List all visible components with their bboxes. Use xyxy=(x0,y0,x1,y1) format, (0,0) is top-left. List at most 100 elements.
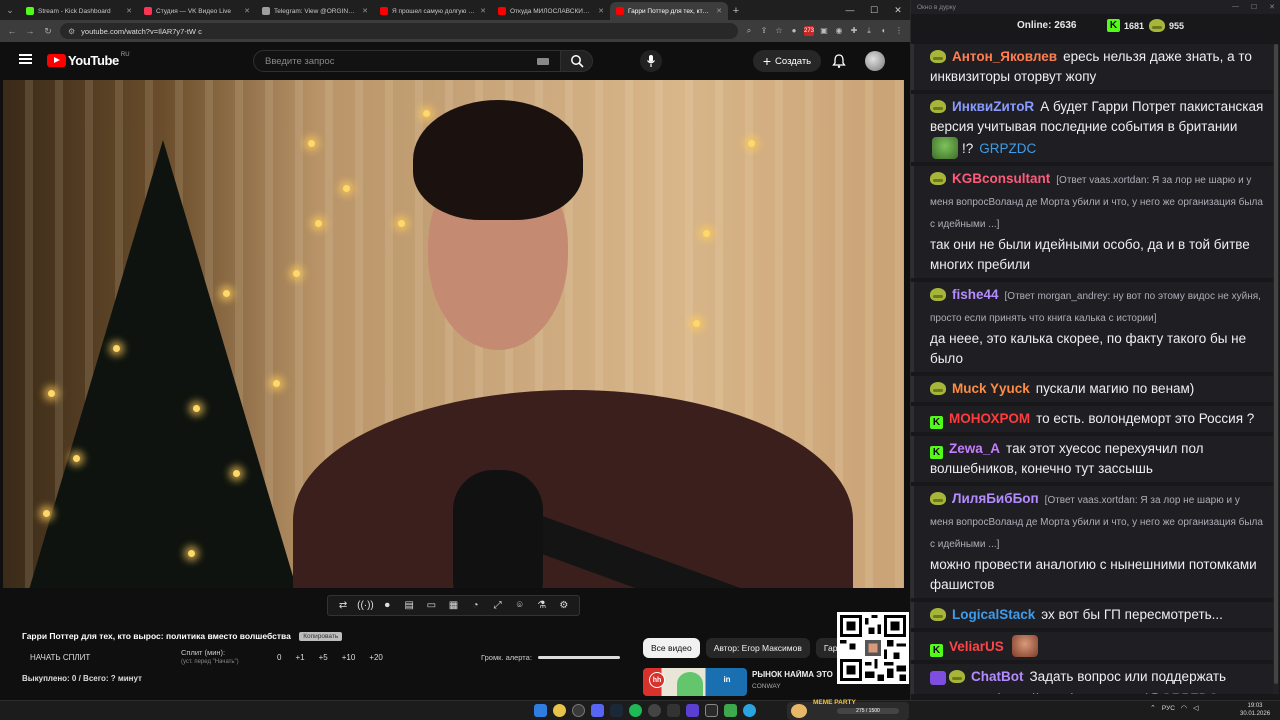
chip-harry[interactable]: Гарри xyxy=(815,638,838,658)
puzzle-icon[interactable]: ✚ xyxy=(849,26,859,36)
flask-icon[interactable]: ⚗ xyxy=(534,600,550,611)
close-icon[interactable]: ✕ xyxy=(1269,3,1275,11)
expand-icon[interactable]: ⤢ xyxy=(490,600,506,611)
extension-a-icon[interactable]: ● xyxy=(789,26,799,36)
browser-tab[interactable]: Студия — VK Видео Live ✕ xyxy=(138,2,256,20)
split-add-20[interactable]: +20 xyxy=(369,653,383,662)
close-icon[interactable]: ✕ xyxy=(886,5,910,16)
chat-username[interactable]: ЛиляБибБоп xyxy=(952,491,1039,506)
volume-icon[interactable]: ◁ xyxy=(1193,704,1198,712)
record-icon[interactable]: ⏺ xyxy=(379,600,395,611)
pip-icon[interactable]: ▭ xyxy=(423,600,439,611)
app-icon[interactable] xyxy=(724,704,737,717)
recommended-video[interactable]: hh in РЫНОК НАЙМА ЭТО CONWAY xyxy=(643,668,843,696)
app-icon[interactable] xyxy=(648,704,661,717)
menu-dots-icon[interactable]: ⋮ xyxy=(894,26,904,36)
minimize-icon[interactable]: — xyxy=(838,5,862,15)
tab-close-icon[interactable]: ✕ xyxy=(716,7,722,15)
windows-start-icon[interactable] xyxy=(534,704,547,717)
chat-username[interactable]: Антон_Яковлев xyxy=(952,49,1057,64)
bookmark-star-icon[interactable]: ☆ xyxy=(774,26,784,36)
browser-tab[interactable]: Гарри Поттер для тех, кто выр ✕ xyxy=(610,2,728,20)
tab-close-icon[interactable]: ✕ xyxy=(362,7,368,15)
extension-badge[interactable]: 273 xyxy=(804,26,814,36)
chat-username[interactable]: KGBconsultant xyxy=(952,171,1050,186)
create-button[interactable]: + Создать xyxy=(753,50,821,72)
youtube-logo[interactable]: YouTube RU xyxy=(47,52,130,68)
account-avatar[interactable] xyxy=(865,51,885,71)
chat-username[interactable]: ИнквиZитоR xyxy=(952,99,1034,114)
chat-mention[interactable]: GRPZDC xyxy=(979,141,1036,156)
site-info-icon[interactable]: ⚙ xyxy=(68,27,75,36)
voice-search-button[interactable] xyxy=(640,50,662,72)
discord-icon[interactable] xyxy=(591,704,604,717)
back-icon[interactable]: ← xyxy=(6,26,18,36)
browser-tab[interactable]: Telegram: View @ORGINALDA ✕ xyxy=(256,2,374,20)
recommended-thumbnail[interactable]: hh in xyxy=(643,668,747,696)
steam-icon[interactable] xyxy=(610,704,623,717)
chrome-icon[interactable] xyxy=(553,704,566,717)
chat-username[interactable]: Zewa_A xyxy=(949,441,1000,456)
chat-username[interactable]: МОНОХРОМ xyxy=(949,411,1030,426)
browser-tab[interactable]: Откуда МИЛОСЛАВСКИЙ во ✕ xyxy=(492,2,610,20)
recommended-channel[interactable]: CONWAY xyxy=(752,683,781,690)
settings-gear-icon[interactable]: ⚙ xyxy=(556,600,572,611)
tab-close-icon[interactable]: ✕ xyxy=(126,7,132,15)
tab-close-icon[interactable]: ✕ xyxy=(480,7,486,15)
menu-icon[interactable] xyxy=(19,54,32,64)
search-button[interactable] xyxy=(561,50,593,72)
media-player-icon[interactable] xyxy=(686,704,699,717)
language-indicator[interactable]: РУС xyxy=(1162,705,1175,712)
profile-icon[interactable]: ◐ xyxy=(879,26,889,36)
chat-username[interactable]: VeliarUS xyxy=(949,639,1004,654)
split-add-1[interactable]: +1 xyxy=(295,653,304,662)
url-field[interactable]: ⚙ youtube.com/watch?v=IlAR7y7-tW c xyxy=(60,23,738,39)
copy-title-button[interactable]: Копировать xyxy=(299,632,343,642)
tab-close-icon[interactable]: ✕ xyxy=(244,7,250,15)
tab-search-icon[interactable]: ⌄ xyxy=(0,0,20,20)
split-value-0[interactable]: 0 xyxy=(277,653,281,662)
chat-scrollbar[interactable] xyxy=(1273,44,1279,694)
share-icon[interactable]: ⇪ xyxy=(759,26,769,36)
extension-b-icon[interactable]: ▣ xyxy=(819,26,829,36)
chip-all-videos[interactable]: Все видео xyxy=(643,638,700,658)
maximize-icon[interactable]: ☐ xyxy=(862,5,886,16)
chat-username[interactable]: fishe44 xyxy=(952,287,999,302)
video-player[interactable] xyxy=(3,80,904,588)
chip-author[interactable]: Автор: Егор Максимов xyxy=(705,638,810,658)
loop-icon[interactable]: ⇄ xyxy=(335,600,351,611)
reload-icon[interactable]: ↻ xyxy=(42,26,54,37)
donate-link[interactable]: https://new.donatepay.ru/@GRPZDC xyxy=(998,691,1219,694)
obs-icon[interactable] xyxy=(572,704,585,717)
clapper-icon[interactable]: ▤ xyxy=(401,600,417,611)
start-split-button[interactable]: НАЧАТЬ СПЛИТ xyxy=(30,653,90,662)
broadcast-icon[interactable]: ((·)) xyxy=(357,600,374,611)
app-icon[interactable] xyxy=(705,704,718,717)
split-add-5[interactable]: +5 xyxy=(319,653,328,662)
browser-tab[interactable]: Я прошел самую долгую войн ✕ xyxy=(374,2,492,20)
camera-icon[interactable]: ⌾ xyxy=(512,600,528,611)
keyboard-icon[interactable] xyxy=(537,57,549,65)
subtitles-icon[interactable]: ▦ xyxy=(445,600,461,611)
recommended-title[interactable]: РЫНОК НАЙМА ЭТО xyxy=(752,670,837,679)
spotify-icon[interactable] xyxy=(629,704,642,717)
clock[interactable]: 19:03 30.01.2026 xyxy=(1240,702,1270,718)
forward-icon[interactable]: → xyxy=(24,26,36,36)
speed-icon[interactable]: ◔ xyxy=(468,600,484,611)
maximize-icon[interactable]: ☐ xyxy=(1251,3,1257,11)
search-input[interactable]: Введите запрос xyxy=(253,50,561,72)
split-add-10[interactable]: +10 xyxy=(342,653,356,662)
chat-username[interactable]: Muck Yyuck xyxy=(952,381,1030,396)
chat-username[interactable]: ChatBot xyxy=(971,669,1024,684)
tray-chevron-icon[interactable]: ⌃ xyxy=(1150,704,1156,712)
tab-close-icon[interactable]: ✕ xyxy=(598,7,604,15)
download-icon[interactable]: ⤓ xyxy=(864,26,874,36)
zoom-icon[interactable]: ⌕ xyxy=(744,26,754,36)
minimize-icon[interactable]: — xyxy=(1232,3,1239,11)
alert-volume-slider[interactable] xyxy=(537,656,620,659)
telegram-icon[interactable] xyxy=(743,704,756,717)
new-tab-button[interactable]: + xyxy=(728,2,744,20)
chat-username[interactable]: LogicalStack xyxy=(952,607,1035,622)
wifi-icon[interactable]: ◠ xyxy=(1181,704,1187,712)
chat-scrollbar-thumb[interactable] xyxy=(1274,44,1278,684)
